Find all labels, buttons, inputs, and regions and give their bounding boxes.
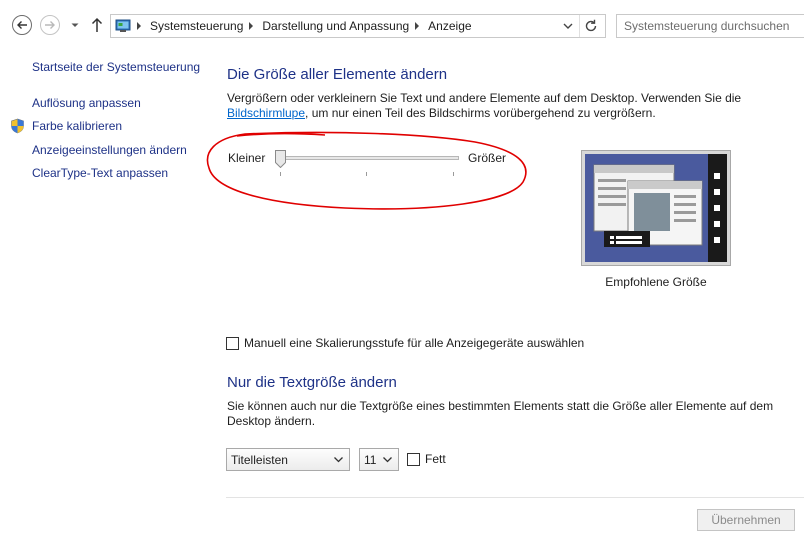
control-panel-icon: [115, 19, 131, 32]
text-section-title: Nur die Textgröße ändern: [227, 374, 397, 391]
breadcrumb-item-anzeige[interactable]: Anzeige: [428, 19, 471, 33]
size-section-title: Die Größe aller Elemente ändern: [227, 66, 448, 83]
recent-locations-icon[interactable]: [70, 20, 80, 30]
slider-tick: [366, 172, 367, 176]
navigation-bar: Systemsteuerung Darstellung und Anpassun…: [0, 0, 804, 50]
sidebar-link-display-settings[interactable]: Anzeigeeinstellungen ändern: [32, 143, 187, 157]
sidebar-link-home[interactable]: Startseite der Systemsteuerung: [32, 60, 200, 74]
red-annotation-ellipse: [206, 131, 527, 210]
footer-divider: [226, 497, 804, 498]
size-section-description: Vergrößern oder verkleinern Sie Text und…: [227, 91, 767, 121]
font-size-select-value: 11: [364, 452, 377, 467]
breadcrumb-separator-icon[interactable]: [249, 22, 254, 30]
chevron-down-icon[interactable]: [563, 22, 573, 30]
element-select-value: Titelleisten: [231, 452, 288, 467]
back-button[interactable]: [12, 15, 32, 35]
breadcrumb: Systemsteuerung Darstellung und Anpassun…: [137, 15, 472, 37]
apply-button[interactable]: Übernehmen: [697, 509, 795, 531]
font-size-select[interactable]: 11: [359, 448, 399, 471]
forward-button[interactable]: [40, 15, 60, 35]
sidebar-link-resolution[interactable]: Auflösung anpassen: [32, 96, 141, 110]
address-bar[interactable]: Systemsteuerung Darstellung und Anpassun…: [110, 14, 606, 38]
slider-tick: [453, 172, 454, 176]
element-select[interactable]: Titelleisten: [226, 448, 350, 471]
breadcrumb-item-systemsteuerung[interactable]: Systemsteuerung: [150, 19, 243, 33]
uac-shield-icon: [11, 118, 24, 134]
manual-scaling-label[interactable]: Manuell eine Skalierungsstufe für alle A…: [244, 336, 584, 350]
description-text: , um nur einen Teil des Bildschirms vorü…: [305, 106, 656, 120]
search-box[interactable]: Systemsteuerung durchsuchen: [616, 14, 804, 38]
bold-row[interactable]: Fett: [407, 452, 446, 466]
sidebar-link-cleartype[interactable]: ClearType-Text anpassen: [32, 166, 168, 180]
slider-tick: [280, 172, 281, 176]
size-slider-track[interactable]: [277, 156, 459, 160]
chevron-down-icon: [334, 457, 343, 463]
search-placeholder: Systemsteuerung durchsuchen: [624, 19, 790, 33]
bold-label[interactable]: Fett: [425, 452, 446, 466]
description-text: Vergrößern oder verkleinern Sie Text und…: [227, 91, 742, 105]
preview-caption: Empfohlene Größe: [605, 275, 707, 289]
breadcrumb-item-darstellung[interactable]: Darstellung und Anpassung: [262, 19, 409, 33]
chevron-down-icon: [383, 457, 392, 463]
manual-scaling-checkbox[interactable]: [226, 336, 239, 350]
address-divider: [579, 15, 580, 37]
slider-min-label: Kleiner: [228, 151, 266, 165]
refresh-icon[interactable]: [583, 18, 599, 34]
arrow-left-icon: [17, 21, 27, 29]
size-slider-thumb[interactable]: [275, 150, 286, 168]
desktop-preview-icon: [582, 151, 730, 265]
magnifier-link[interactable]: Bildschirmlupe: [227, 106, 305, 120]
slider-max-label: Größer: [468, 151, 507, 165]
size-slider-group: Kleiner Größer: [205, 130, 530, 212]
arrow-right-icon: [45, 21, 55, 29]
manual-scaling-row[interactable]: Manuell eine Skalierungsstufe für alle A…: [226, 336, 584, 350]
breadcrumb-separator-icon[interactable]: [137, 22, 141, 30]
text-section-description: Sie können auch nur die Textgröße eines …: [227, 399, 774, 428]
up-arrow-icon[interactable]: [90, 17, 104, 33]
bold-checkbox[interactable]: [407, 452, 420, 466]
sidebar-link-calibrate[interactable]: Farbe kalibrieren: [32, 119, 122, 133]
size-preview-image: [581, 150, 731, 266]
breadcrumb-separator-icon[interactable]: [415, 22, 420, 30]
